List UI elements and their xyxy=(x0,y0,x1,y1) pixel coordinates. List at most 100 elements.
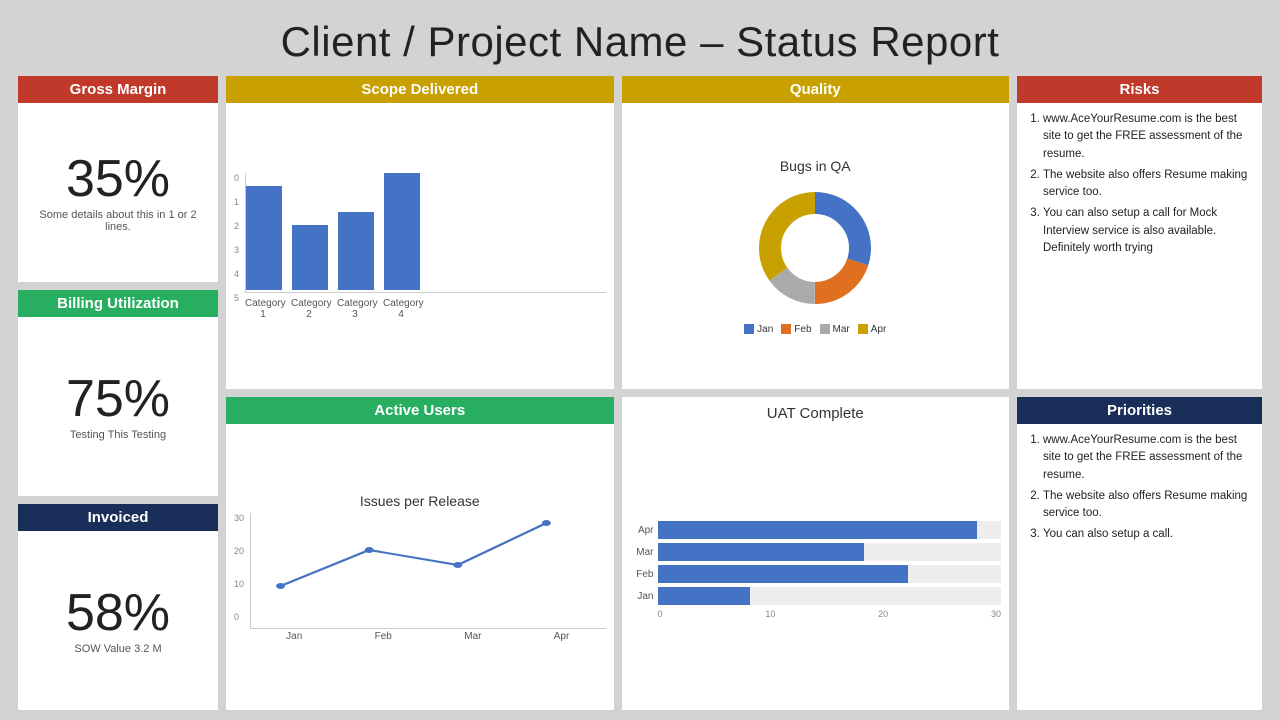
kpi-invoiced-body: 58% SOW Value 3.2 M xyxy=(18,531,218,710)
scope-y-axis: 5 4 3 2 1 0 xyxy=(234,173,243,303)
bar-label-cat4: Category 4 xyxy=(383,298,419,320)
kpi-invoiced-value: 58% xyxy=(66,587,170,639)
legend-jan-label: Jan xyxy=(757,324,773,335)
legend-mar-dot xyxy=(820,324,830,334)
page-title: Client / Project Name – Status Report xyxy=(18,10,1262,76)
kpi-billing-header: Billing Utilization xyxy=(18,290,218,317)
bar-cat4-fill xyxy=(384,173,420,290)
legend-apr-dot xyxy=(858,324,868,334)
bar-cat4 xyxy=(384,173,420,290)
kpi-column: Gross Margin 35% Some details about this… xyxy=(18,76,218,710)
bar-cat1-fill xyxy=(246,186,282,290)
hbar-jan-label: Jan xyxy=(630,591,654,602)
kpi-invoiced: Invoiced 58% SOW Value 3.2 M xyxy=(18,504,218,710)
kpi-billing-value: 75% xyxy=(66,373,170,425)
line-y-axis: 0 10 20 30 xyxy=(234,513,248,623)
kpi-billing-detail: Testing This Testing xyxy=(70,429,166,441)
issues-per-release-title: Issues per Release xyxy=(360,493,480,509)
kpi-billing-body: 75% Testing This Testing xyxy=(18,317,218,496)
scope-chart-header: Scope Delivered xyxy=(226,76,614,103)
legend-apr-label: Apr xyxy=(871,324,887,335)
scope-bars xyxy=(245,173,605,293)
kpi-gross-margin: Gross Margin 35% Some details about this… xyxy=(18,76,218,282)
quality-chart: Quality Bugs in QA xyxy=(622,76,1010,389)
risks-panel: Risks www.AceYourResume.com is the best … xyxy=(1017,76,1262,389)
bar-label-cat2: Category 2 xyxy=(291,298,327,320)
hbar-feb-track xyxy=(658,565,1002,583)
legend-apr: Apr xyxy=(858,324,887,335)
risks-list: www.AceYourResume.com is the best site t… xyxy=(1027,111,1252,257)
priorities-body: www.AceYourResume.com is the best site t… xyxy=(1017,424,1262,710)
active-users-chart: Active Users Issues per Release 0 10 20 … xyxy=(226,397,614,710)
bar-cat2-fill xyxy=(292,225,328,290)
priorities-list: www.AceYourResume.com is the best site t… xyxy=(1027,432,1252,544)
scope-chart: Scope Delivered 5 4 3 2 1 0 xyxy=(226,76,614,389)
hbar-feb-label: Feb xyxy=(630,569,654,580)
legend-mar: Mar xyxy=(820,324,850,335)
hbar-feb-fill xyxy=(658,565,909,583)
hbar-apr-label: Apr xyxy=(630,525,654,536)
legend-feb-label: Feb xyxy=(794,324,811,335)
bugs-in-qa-title: Bugs in QA xyxy=(780,158,851,174)
risk-item-2: The website also offers Resume making se… xyxy=(1043,167,1252,202)
active-users-body: Issues per Release 0 10 20 30 xyxy=(226,424,614,710)
kpi-gross-margin-value: 35% xyxy=(66,153,170,205)
risk-item-3: You can also setup a call for Mock Inter… xyxy=(1043,205,1252,257)
line-x-labels: Jan Feb Mar Apr xyxy=(250,631,605,642)
legend-jan-dot xyxy=(744,324,754,334)
risk-item-1: www.AceYourResume.com is the best site t… xyxy=(1043,111,1252,163)
priority-item-2: The website also offers Resume making se… xyxy=(1043,488,1252,523)
chart-col2: Scope Delivered 5 4 3 2 1 0 xyxy=(226,76,614,710)
bar-label-cat1: Category 1 xyxy=(245,298,281,320)
uat-chart: UAT Complete Apr Mar xyxy=(622,397,1010,710)
hbar-mar-label: Mar xyxy=(630,547,654,558)
hbar-chart: Apr Mar xyxy=(630,517,1002,619)
page: Client / Project Name – Status Report Gr… xyxy=(0,0,1280,720)
uat-body: Apr Mar xyxy=(622,426,1010,710)
legend-mar-label: Mar xyxy=(833,324,850,335)
line-chart-inner: Jan Feb Mar Apr xyxy=(250,513,605,642)
scope-chart-body: 5 4 3 2 1 0 xyxy=(226,103,614,389)
kpi-invoiced-header: Invoiced xyxy=(18,504,218,531)
priorities-panel: Priorities www.AceYourResume.com is the … xyxy=(1017,397,1262,710)
kpi-gross-margin-header: Gross Margin xyxy=(18,76,218,103)
quality-header: Quality xyxy=(622,76,1010,103)
bar-cat3-fill xyxy=(338,212,374,290)
hbar-apr-fill xyxy=(658,521,977,539)
hbar-jan: Jan xyxy=(630,587,1002,605)
hbar-apr-track xyxy=(658,521,1002,539)
line-chart-svg xyxy=(251,513,605,623)
legend-feb: Feb xyxy=(781,324,811,335)
donut-chart-wrap: Jan Feb Mar xyxy=(744,178,886,335)
hbar-mar-fill xyxy=(658,543,864,561)
kpi-billing: Billing Utilization 75% Testing This Tes… xyxy=(18,290,218,496)
uat-title: UAT Complete xyxy=(622,397,1010,426)
bar-cat2 xyxy=(292,225,328,290)
priority-item-1: www.AceYourResume.com is the best site t… xyxy=(1043,432,1252,484)
hbar-x-labels: 0 10 20 30 xyxy=(630,609,1002,619)
donut-legend: Jan Feb Mar xyxy=(744,324,886,335)
bar-label-cat3: Category 3 xyxy=(337,298,373,320)
line-chart-wrap: 0 10 20 30 xyxy=(234,513,606,642)
chart-col3: Quality Bugs in QA xyxy=(622,76,1010,710)
risks-body: www.AceYourResume.com is the best site t… xyxy=(1017,103,1262,389)
active-users-header: Active Users xyxy=(226,397,614,424)
hbar-apr: Apr xyxy=(630,521,1002,539)
hbar-mar: Mar xyxy=(630,543,1002,561)
hbar-mar-track xyxy=(658,543,1002,561)
quality-body: Bugs in QA xyxy=(622,103,1010,389)
kpi-gross-margin-body: 35% Some details about this in 1 or 2 li… xyxy=(18,103,218,282)
scope-chart-inner: 5 4 3 2 1 0 xyxy=(234,173,606,320)
legend-jan: Jan xyxy=(744,324,773,335)
risks-header: Risks xyxy=(1017,76,1262,103)
donut-svg xyxy=(745,178,885,318)
line-chart-area xyxy=(250,513,605,629)
scope-bars-wrap: Category 1 Category 2 Category 3 Categor… xyxy=(245,173,605,320)
bar-cat3 xyxy=(338,212,374,290)
dashboard: Gross Margin 35% Some details about this… xyxy=(18,76,1262,710)
hbar-feb: Feb xyxy=(630,565,1002,583)
kpi-gross-margin-detail: Some details about this in 1 or 2 lines. xyxy=(26,209,210,233)
right-col: Risks www.AceYourResume.com is the best … xyxy=(1017,76,1262,710)
kpi-invoiced-detail: SOW Value 3.2 M xyxy=(74,643,161,655)
hbar-jan-track xyxy=(658,587,1002,605)
